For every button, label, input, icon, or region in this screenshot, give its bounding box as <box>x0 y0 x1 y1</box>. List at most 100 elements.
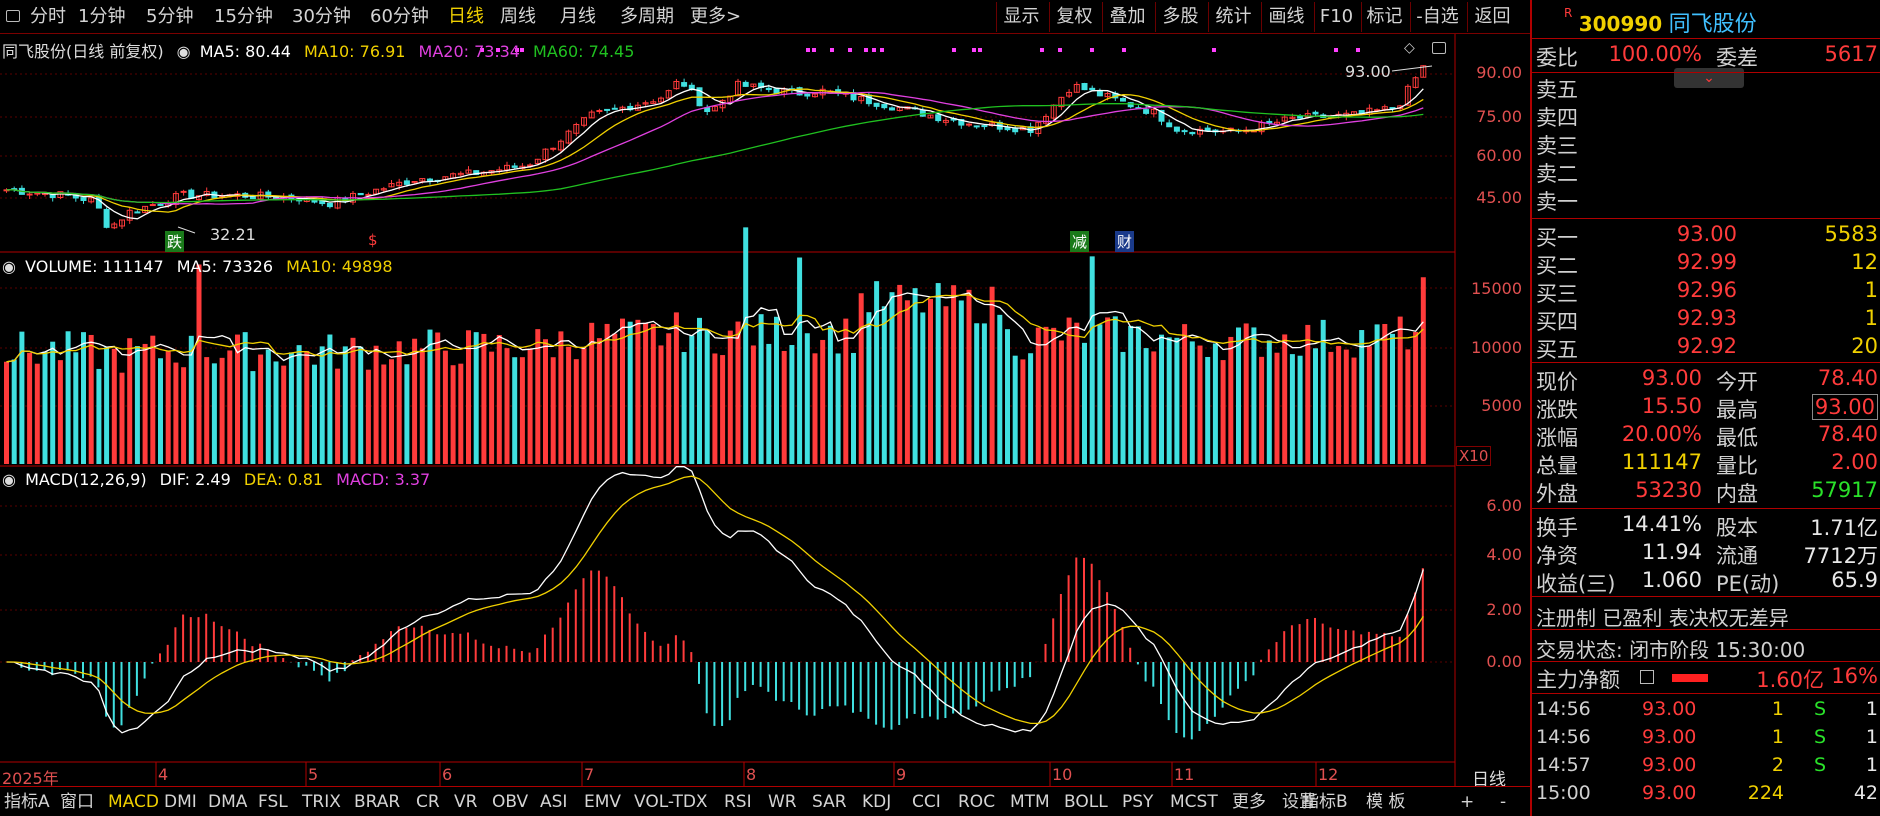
toolbar-button-8[interactable]: -自选 <box>1410 2 1464 32</box>
bottom-right-button-0[interactable]: 指标B <box>1302 790 1348 814</box>
toolbar-button-4[interactable]: 统计 <box>1208 2 1258 32</box>
period-toolbar: 分时 1分钟 5分钟 15分钟 30分钟 60分钟 日线 周线 月线 多周期 更多> 显示 复权 叠加多… <box>0 0 1530 34</box>
indicator-tab-15[interactable]: WR <box>768 790 797 814</box>
period-tab-10[interactable]: 更多> <box>690 4 741 30</box>
settings-circle-icon[interactable]: ◉ <box>177 42 191 61</box>
expand-icon[interactable]: ◇ <box>1404 40 1415 56</box>
indicator-tab-9[interactable]: VR <box>454 790 477 814</box>
volume-bar <box>851 352 856 464</box>
settings-circle-icon[interactable]: ◉ <box>2 470 16 489</box>
event-marker-cai[interactable]: 财 <box>1115 231 1135 252</box>
bid-row[interactable]: 买二 92.99 12 <box>1532 250 1880 278</box>
volume-bar <box>134 346 140 464</box>
bid-row[interactable]: 买一 93.00 5583 <box>1532 222 1880 250</box>
volume-bar <box>781 350 787 464</box>
indicator-tab-1[interactable]: 窗口 <box>60 790 94 814</box>
indicator-tab-8[interactable]: CR <box>416 790 440 814</box>
volume-bar <box>1266 340 1272 464</box>
candle-body <box>973 125 980 128</box>
volume-bar <box>1243 323 1249 464</box>
indicator-tab-16[interactable]: SAR <box>812 790 847 814</box>
ask-row[interactable]: 卖三 <box>1532 130 1880 158</box>
volume-bar <box>774 316 779 464</box>
bid-row[interactable]: 买三 92.96 1 <box>1532 278 1880 306</box>
indicator-tab-5[interactable]: FSL <box>258 790 288 814</box>
toolbar-button-9[interactable]: 返回 <box>1467 2 1517 32</box>
period-tab-0[interactable]: 分时 <box>30 4 66 30</box>
volume-bar <box>1005 329 1010 464</box>
toolbar-button-0[interactable]: 显示 <box>996 2 1046 32</box>
ask-row[interactable]: 卖二 <box>1532 158 1880 186</box>
ask-row[interactable]: 卖四 <box>1532 102 1880 130</box>
period-tab-2[interactable]: 5分钟 <box>146 4 193 30</box>
period-tab-4[interactable]: 30分钟 <box>292 4 351 30</box>
indicator-tab-13[interactable]: VOL-TDX <box>634 790 708 814</box>
indicator-tab-24[interactable]: 更多 <box>1232 790 1266 814</box>
signal-dot <box>812 48 816 52</box>
period-tab-9[interactable]: 多周期 <box>620 4 674 30</box>
volume-bar <box>1074 322 1080 464</box>
toolbar-button-1[interactable]: 复权 <box>1049 2 1099 32</box>
indicator-tab-18[interactable]: CCI <box>912 790 941 814</box>
toolbar-button-7[interactable]: 标记 <box>1361 2 1407 32</box>
bottom-right-button-2[interactable]: + <box>1460 790 1474 814</box>
indicator-tab-21[interactable]: BOLL <box>1064 790 1108 814</box>
volume-bar <box>235 334 240 464</box>
volume-bar <box>435 332 441 464</box>
period-tab-3[interactable]: 15分钟 <box>214 4 273 30</box>
volume-bar <box>727 330 733 464</box>
volume-bar <box>481 333 487 464</box>
period-tab-6[interactable]: 日线 <box>448 4 484 30</box>
panel-toggle-icon[interactable] <box>1432 42 1446 54</box>
main-flow-bar <box>1672 674 1708 682</box>
indicator-tab-11[interactable]: ASI <box>540 790 567 814</box>
indicator-tab-0[interactable]: 指标A <box>4 790 50 814</box>
list-icon[interactable] <box>1640 670 1654 684</box>
candle-body <box>981 125 988 128</box>
toolbar-button-2[interactable]: 叠加 <box>1102 2 1152 32</box>
indicator-tab-4[interactable]: DMA <box>208 790 247 814</box>
bottom-right-button-1[interactable]: 模 板 <box>1366 790 1405 814</box>
toolbar-button-5[interactable]: 画线 <box>1261 2 1311 32</box>
main-flow-row[interactable]: 主力净额 1.60亿 16% <box>1532 664 1880 692</box>
bid-row[interactable]: 买四 92.93 1 <box>1532 306 1880 334</box>
weicha-value: 5617 <box>1824 42 1878 66</box>
volume-bar <box>881 306 887 464</box>
indicator-tab-20[interactable]: MTM <box>1010 790 1050 814</box>
indicator-tab-22[interactable]: PSY <box>1122 790 1153 814</box>
signal-dot <box>830 48 834 52</box>
event-marker-dividend[interactable]: $ <box>366 231 380 249</box>
indicator-tab-19[interactable]: ROC <box>958 790 995 814</box>
ask-row[interactable]: 卖一 <box>1532 186 1880 214</box>
indicator-tab-10[interactable]: OBV <box>492 790 528 814</box>
volume-bar <box>219 357 225 464</box>
volume-bar <box>650 324 656 464</box>
indicator-tab-6[interactable]: TRIX <box>302 790 341 814</box>
menu-icon[interactable] <box>6 10 20 22</box>
indicator-tab-12[interactable]: EMV <box>584 790 621 814</box>
signal-dot <box>1356 48 1360 52</box>
toolbar-button-6[interactable]: F10 <box>1314 2 1358 32</box>
event-marker-die[interactable]: 跌 <box>165 231 185 252</box>
period-tab-5[interactable]: 60分钟 <box>370 4 429 30</box>
volume-bar <box>1159 334 1164 464</box>
volume-bar <box>989 286 995 464</box>
indicator-tab-14[interactable]: RSI <box>724 790 752 814</box>
period-tab-1[interactable]: 1分钟 <box>78 4 125 30</box>
kline-chart-area[interactable] <box>0 34 1530 786</box>
event-marker-jian[interactable]: 减 <box>1070 231 1090 252</box>
settings-circle-icon[interactable]: ◉ <box>2 257 16 276</box>
indicator-tab-2[interactable]: MACD <box>108 790 159 814</box>
period-tab-8[interactable]: 月线 <box>560 4 596 30</box>
ask-row[interactable]: 卖五 <box>1532 74 1880 102</box>
bid-row[interactable]: 买五 92.92 20 <box>1532 334 1880 362</box>
toolbar-button-3[interactable]: 多股 <box>1155 2 1205 32</box>
indicator-tab-17[interactable]: KDJ <box>862 790 891 814</box>
period-tab-7[interactable]: 周线 <box>500 4 536 30</box>
indicator-tab-7[interactable]: BRAR <box>354 790 400 814</box>
bottom-right-button-3[interactable]: - <box>1500 790 1506 814</box>
indicator-tab-23[interactable]: MCST <box>1170 790 1218 814</box>
ma60-line <box>6 102 1424 204</box>
indicator-tab-3[interactable]: DMI <box>164 790 197 814</box>
signal-dot <box>880 48 884 52</box>
